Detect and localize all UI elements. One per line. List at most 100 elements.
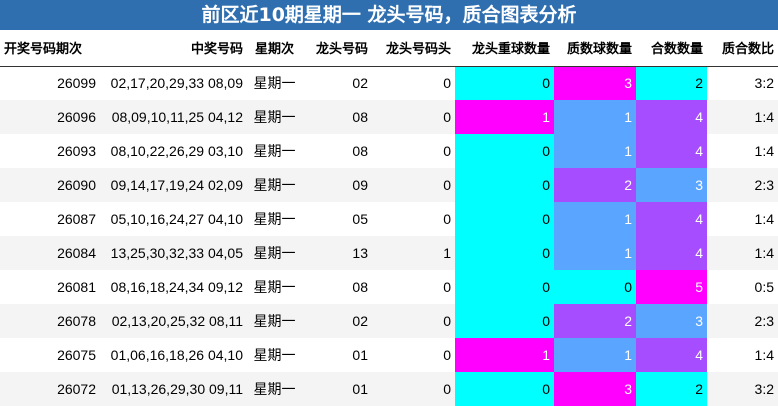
page-title: 前区近10期星期一 龙头号码，质合图表分析 [0, 0, 778, 30]
cell-issue: 26084 [0, 236, 100, 270]
cell-weekday: 星期一 [253, 211, 296, 227]
cell-numbers: 05,10,16,24,27 04,10 [110, 211, 243, 227]
cell-head-number: 08 [352, 279, 368, 295]
cell-head-number: 08 [352, 143, 368, 159]
cell-prime-count: 3 [554, 372, 636, 406]
cell-prime-count: 2 [554, 304, 636, 338]
cell-repeat-count: 0 [455, 66, 554, 100]
cell-numbers: 01,06,16,18,26 04,10 [110, 347, 243, 363]
cell-head-number: 13 [302, 236, 372, 270]
cell-issue: 26093 [57, 143, 96, 159]
cell-head-number: 08 [302, 100, 372, 134]
cell-weekday: 星期一 [247, 100, 302, 134]
table-row: 26093 08,10,22,26,29 03,10 星期一 08 0 0 1 4 1:4 [0, 134, 778, 168]
cell-repeat-count: 0 [455, 134, 554, 168]
cell-ratio: 1:4 [707, 236, 778, 270]
cell-head-digit: 0 [443, 211, 451, 227]
cell-ratio: 1:4 [754, 211, 774, 227]
cell-head-digit: 0 [372, 304, 455, 338]
cell-numbers: 08,09,10,11,25 04,12 [100, 100, 247, 134]
table-row: 26096 08,09,10,11,25 04,12 星期一 08 0 1 1 4 1:4 [0, 100, 778, 134]
header-numbers: 中奖号码 [100, 30, 247, 67]
cell-prime-count: 1 [554, 338, 636, 372]
header-issue: 开奖号码期次 [0, 30, 100, 67]
cell-numbers: 08,16,18,24,34 09,12 [110, 279, 243, 295]
cell-head-number: 05 [352, 211, 368, 227]
cell-repeat-count: 0 [455, 236, 554, 270]
cell-numbers: 02,17,20,29,33 08,09 [110, 75, 243, 92]
cell-repeat-count: 0 [455, 270, 554, 304]
cell-composite-count: 5 [636, 270, 707, 304]
cell-head-number: 01 [302, 372, 372, 406]
table-row: 26072 01,13,26,29,30 09,11 星期一 01 0 0 3 2 3:2 [0, 372, 778, 406]
cell-head-digit: 0 [443, 347, 451, 363]
cell-issue: 26099 [57, 75, 96, 92]
cell-numbers: 01,13,26,29,30 09,11 [100, 372, 247, 406]
cell-repeat-count: 1 [455, 100, 554, 134]
cell-weekday: 星期一 [247, 372, 302, 406]
cell-numbers: 09,14,17,19,24 02,09 [100, 168, 247, 202]
cell-ratio: 3:2 [754, 75, 774, 92]
header-head-digit: 龙头号码头 [372, 30, 455, 67]
cell-numbers: 13,25,30,32,33 04,05 [100, 236, 247, 270]
cell-issue: 26078 [0, 304, 100, 338]
cell-head-digit: 0 [372, 372, 455, 406]
cell-prime-count: 1 [554, 134, 636, 168]
table-header-row: 开奖号码期次 中奖号码 星期次 龙头号码 龙头号码头 龙头重球数量 质数球数量 … [0, 30, 778, 67]
cell-repeat-count: 0 [455, 202, 554, 236]
header-prime-count: 质数球数量 [554, 30, 636, 67]
cell-issue: 26090 [0, 168, 100, 202]
header-repeat-count: 龙头重球数量 [455, 30, 554, 67]
cell-numbers: 02,13,20,25,32 08,11 [100, 304, 247, 338]
cell-prime-count: 2 [554, 168, 636, 202]
cell-ratio: 1:4 [754, 347, 774, 363]
cell-issue: 26087 [57, 211, 96, 227]
cell-repeat-count: 0 [455, 372, 554, 406]
cell-prime-count: 1 [554, 100, 636, 134]
cell-weekday: 星期一 [253, 75, 296, 92]
cell-weekday: 星期一 [247, 304, 302, 338]
cell-composite-count: 4 [636, 100, 707, 134]
cell-repeat-count: 1 [455, 338, 554, 372]
cell-numbers: 08,10,22,26,29 03,10 [110, 143, 243, 159]
table-row: 26087 05,10,16,24,27 04,10 星期一 05 0 0 1 4 1:4 [0, 202, 778, 236]
cell-head-number: 01 [352, 347, 368, 363]
cell-weekday: 星期一 [253, 143, 296, 159]
cell-weekday: 星期一 [247, 168, 302, 202]
cell-ratio: 1:4 [754, 143, 774, 159]
cell-weekday: 星期一 [247, 236, 302, 270]
cell-composite-count: 2 [636, 372, 707, 406]
cell-issue: 26075 [57, 347, 96, 363]
cell-head-digit: 0 [443, 75, 451, 92]
cell-ratio: 2:3 [707, 304, 778, 338]
table-body: 26099 02,17,20,29,33 08,09 星期一 02 0 0 3 2 3:2 260… [0, 66, 778, 406]
cell-composite-count: 3 [636, 168, 707, 202]
cell-head-digit: 0 [372, 168, 455, 202]
table-row: 26090 09,14,17,19,24 02,09 星期一 09 0 0 2 3 2:3 [0, 168, 778, 202]
header-weekday: 星期次 [247, 30, 302, 67]
cell-ratio: 1:4 [707, 100, 778, 134]
cell-composite-count: 4 [636, 134, 707, 168]
cell-ratio: 0:5 [754, 279, 774, 295]
cell-head-number: 02 [302, 304, 372, 338]
cell-composite-count: 4 [636, 338, 707, 372]
cell-composite-count: 2 [636, 66, 707, 100]
cell-head-digit: 0 [443, 279, 451, 295]
header-head-number: 龙头号码 [302, 30, 372, 67]
cell-repeat-count: 0 [455, 168, 554, 202]
header-ratio: 质合数比 [707, 30, 778, 67]
cell-issue: 26096 [0, 100, 100, 134]
header-composite-count: 合数数量 [636, 30, 707, 67]
cell-head-number: 02 [352, 75, 368, 92]
cell-ratio: 2:3 [707, 168, 778, 202]
cell-composite-count: 3 [636, 304, 707, 338]
cell-head-number: 09 [302, 168, 372, 202]
cell-head-digit: 1 [372, 236, 455, 270]
analysis-table: 开奖号码期次 中奖号码 星期次 龙头号码 龙头号码头 龙头重球数量 质数球数量 … [0, 30, 778, 406]
cell-composite-count: 4 [636, 202, 707, 236]
table-row: 26078 02,13,20,25,32 08,11 星期一 02 0 0 2 3 2:3 [0, 304, 778, 338]
table-row: 26084 13,25,30,32,33 04,05 星期一 13 1 0 1 4 1:4 [0, 236, 778, 270]
cell-ratio: 3:2 [707, 372, 778, 406]
cell-issue: 26072 [0, 372, 100, 406]
cell-prime-count: 1 [554, 202, 636, 236]
